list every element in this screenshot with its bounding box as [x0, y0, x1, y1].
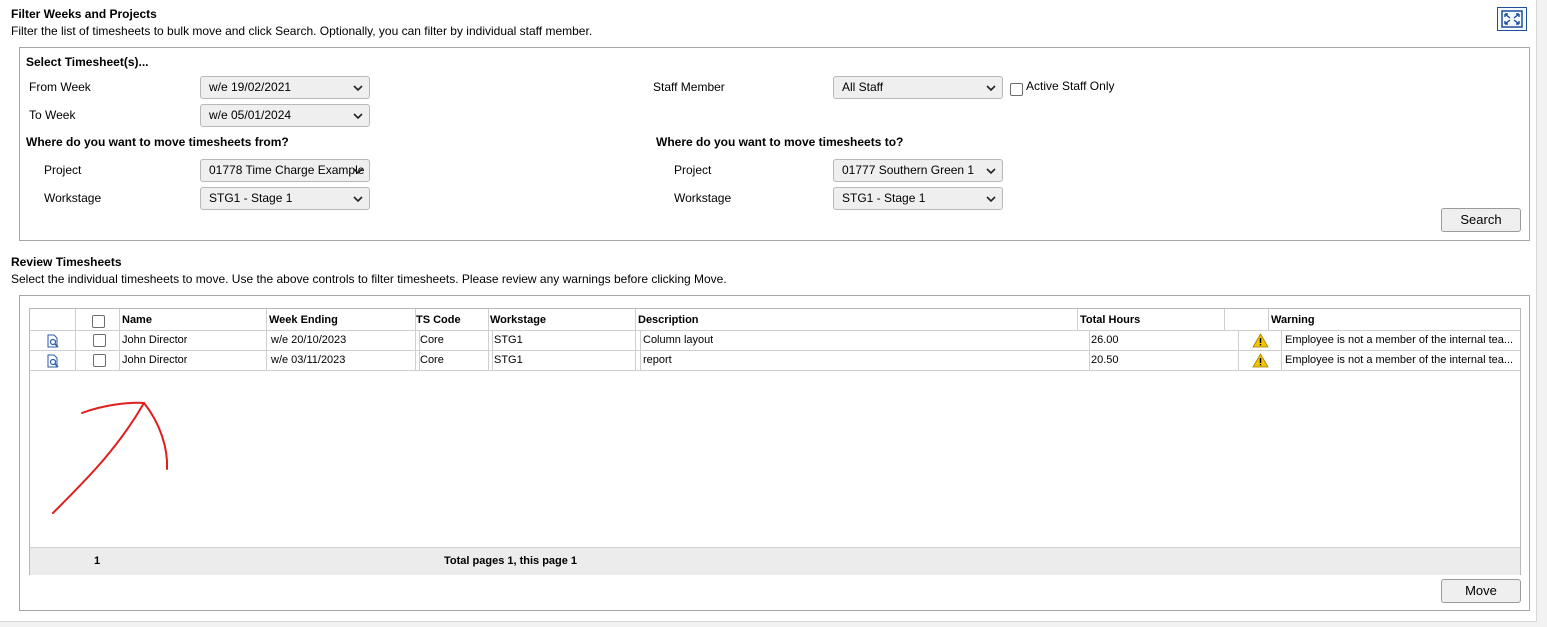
view-document-icon[interactable]	[46, 354, 60, 368]
column-divider	[1224, 309, 1225, 331]
red-arrow-annotation	[52, 401, 169, 514]
col-header-ts-code[interactable]: TS Code	[416, 309, 461, 331]
chevron-down-icon	[353, 168, 363, 175]
expand-button[interactable]	[1497, 7, 1527, 31]
column-divider	[1268, 309, 1269, 331]
review-title: Review Timesheets	[11, 255, 122, 269]
col-header-workstage[interactable]: Workstage	[490, 309, 546, 331]
row-ts-code: Core	[420, 354, 444, 366]
move-to-heading: Where do you want to move timesheets to?	[656, 135, 904, 149]
to-project-label: Project	[674, 163, 712, 177]
table-row[interactable]: John Director w/e 20/10/2023 Core STG1 C…	[30, 331, 1520, 351]
view-document-icon[interactable]	[46, 334, 60, 348]
from-workstage-select[interactable]: STG1 - Stage 1	[200, 187, 370, 210]
grid-header-row: Name Week Ending TS Code Workstage Descr…	[30, 309, 1520, 331]
select-all-checkbox[interactable]	[92, 315, 105, 328]
search-button[interactable]: Search	[1441, 208, 1521, 232]
row-ts-code: Core	[420, 334, 444, 346]
col-header-total-hours[interactable]: Total Hours	[1080, 309, 1140, 331]
row-name: John Director	[122, 334, 188, 346]
grid-footer: 1 Total pages 1, this page 1	[30, 547, 1520, 575]
row-warning: Employee is not a member of the internal…	[1285, 354, 1514, 366]
staff-member-select[interactable]: All Staff	[833, 76, 1003, 99]
to-project-select[interactable]: 01777 Southern Green 1	[833, 159, 1003, 182]
to-workstage-select[interactable]: STG1 - Stage 1	[833, 187, 1003, 210]
row-week-ending: w/e 03/11/2023	[271, 354, 346, 366]
to-week-value: w/e 05/01/2024	[209, 108, 292, 122]
row-description: Column layout	[643, 334, 714, 346]
col-header-name[interactable]: Name	[122, 309, 152, 331]
row-name: John Director	[122, 354, 188, 366]
from-week-label: From Week	[29, 80, 91, 94]
active-staff-only-checkbox[interactable]	[1010, 83, 1023, 96]
from-project-label: Project	[44, 163, 82, 177]
to-week-select[interactable]: w/e 05/01/2024	[200, 104, 370, 127]
col-header-week-ending[interactable]: Week Ending	[269, 309, 338, 331]
pages-summary: Total pages 1, this page 1	[444, 555, 578, 567]
staff-member-label: Staff Member	[653, 80, 725, 94]
expand-arrows-icon	[1501, 10, 1523, 28]
select-panel-title: Select Timesheet(s)...	[26, 55, 149, 69]
from-week-value: w/e 19/02/2021	[209, 80, 292, 94]
chevron-down-icon	[353, 85, 363, 92]
move-from-heading: Where do you want to move timesheets fro…	[26, 135, 289, 149]
from-workstage-label: Workstage	[44, 191, 102, 205]
chevron-down-icon	[353, 113, 363, 120]
to-project-value: 01777 Southern Green 1	[842, 163, 975, 177]
column-divider	[1077, 309, 1078, 331]
col-header-description[interactable]: Description	[638, 309, 699, 331]
chevron-down-icon	[986, 196, 996, 203]
timesheets-grid: Name Week Ending TS Code Workstage Descr…	[29, 308, 1521, 575]
filter-description: Filter the list of timesheets to bulk mo…	[11, 24, 593, 38]
from-project-value: 01778 Time Charge Example	[209, 163, 365, 177]
page-number[interactable]: 1	[94, 548, 100, 574]
to-week-label: To Week	[29, 108, 76, 122]
review-description: Select the individual timesheets to move…	[11, 272, 727, 286]
row-workstage: STG1	[494, 354, 523, 366]
to-workstage-value: STG1 - Stage 1	[842, 191, 926, 205]
filter-title: Filter Weeks and Projects	[11, 7, 157, 21]
staff-member-value: All Staff	[842, 80, 884, 94]
chevron-down-icon	[986, 168, 996, 175]
row-week-ending: w/e 20/10/2023	[271, 334, 347, 346]
active-staff-only-label: Active Staff Only	[1026, 79, 1115, 93]
chevron-down-icon	[986, 85, 996, 92]
row-select-checkbox[interactable]	[93, 354, 106, 367]
page: Filter Weeks and Projects Filter the lis…	[0, 0, 1537, 622]
move-button[interactable]: Move	[1441, 579, 1521, 603]
row-description: report	[643, 354, 672, 366]
from-week-select[interactable]: w/e 19/02/2021	[200, 76, 370, 99]
table-row[interactable]: John Director w/e 03/11/2023 Core STG1 r…	[30, 351, 1520, 371]
warning-triangle-icon	[1252, 333, 1269, 348]
row-total-hours: 26.00	[1091, 334, 1119, 346]
to-workstage-label: Workstage	[674, 191, 732, 205]
row-select-checkbox[interactable]	[93, 334, 106, 347]
warning-triangle-icon	[1252, 353, 1269, 368]
chevron-down-icon	[353, 196, 363, 203]
from-workstage-value: STG1 - Stage 1	[209, 191, 293, 205]
row-workstage: STG1	[494, 334, 523, 346]
row-total-hours: 20.50	[1091, 354, 1119, 366]
row-warning: Employee is not a member of the internal…	[1285, 334, 1514, 346]
col-header-warning[interactable]: Warning	[1271, 309, 1315, 331]
from-project-select[interactable]: 01778 Time Charge Example	[200, 159, 370, 182]
